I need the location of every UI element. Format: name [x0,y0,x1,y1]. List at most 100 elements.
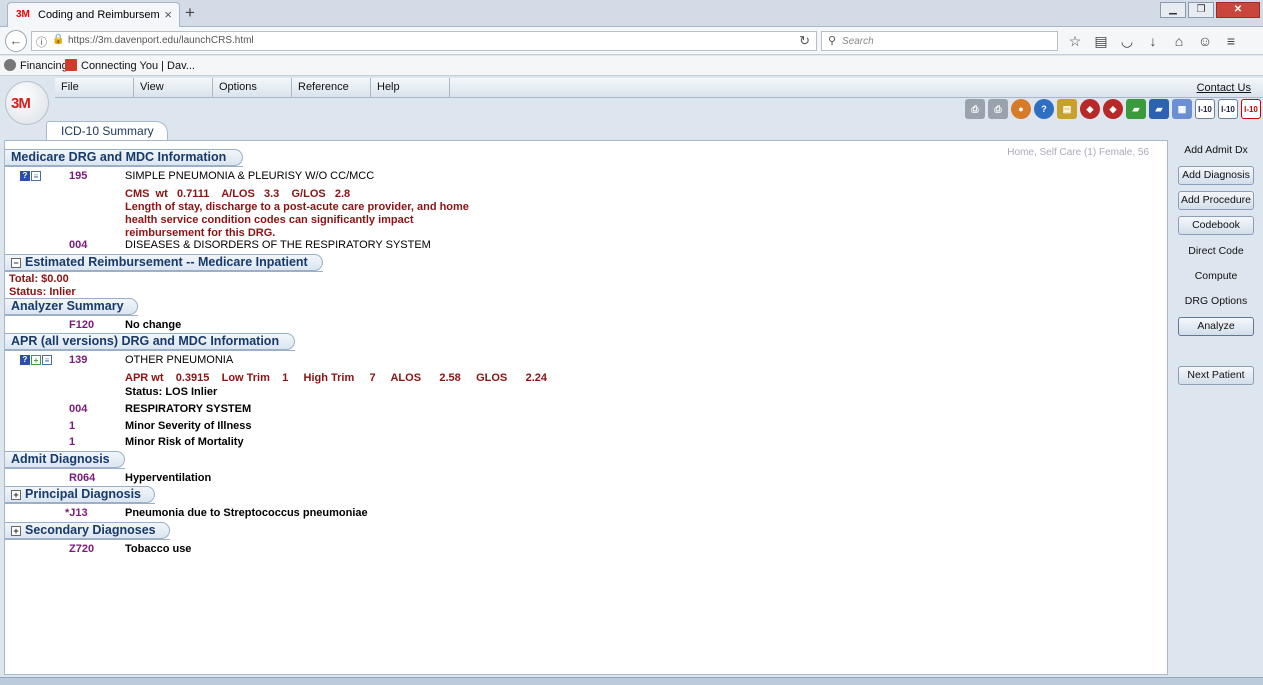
icd10-red-icon[interactable]: I-10 [1241,99,1261,119]
menu-reference[interactable]: Reference [292,78,371,98]
home-icon[interactable]: ⌂ [1170,31,1188,51]
apr-drg-header: APR (all versions) DRG and MDC Informati… [5,333,295,350]
chat-icon[interactable]: ☺ [1196,31,1214,51]
restore-icon[interactable]: ❐ [1188,2,1214,18]
document-icon[interactable]: ≡ [31,171,41,181]
admit-dx-header: Admit Diagnosis [5,451,125,468]
search-input[interactable]: ⚲ Search [821,31,1058,51]
principal-dx-description: Pneumonia due to Streptococcus pneumonia… [125,507,368,519]
next-patient-button[interactable]: Next Patient [1178,366,1254,385]
apr-drg-description: OTHER PNEUMONIA [125,354,234,366]
info-icon[interactable]: ⓘ [36,34,47,50]
browser-tab[interactable]: 3M Coding and Reimburseme... × [7,2,180,27]
mdc-description: DISEASES & DISORDERS OF THE RESPIRATORY … [125,239,431,251]
window-close-icon[interactable]: ✕ [1216,2,1260,18]
drg-description: SIMPLE PNEUMONIA & PLEURISY W/O CC/MCC [125,170,375,182]
divider [5,166,243,167]
tab-title: Coding and Reimburseme... [38,9,160,21]
address-bar[interactable]: ⓘ 🔒 https://3m.davenport.edu/launchCRS.h… [31,31,817,51]
direct-code-button[interactable]: Direct Code [1178,242,1254,261]
divider [5,271,323,272]
tab-icd10-summary[interactable]: ICD-10 Summary [46,121,168,141]
pdf-icon[interactable]: ▦ [1172,99,1192,119]
rom-description: Minor Risk of Mortality [125,436,244,448]
menu-file[interactable]: File [55,78,134,98]
add-diagnosis-button[interactable]: Add Diagnosis [1178,166,1254,185]
bookmark-connecting-you[interactable]: Connecting You | Dav... [65,59,195,72]
analyzer-code: F120 [69,319,95,331]
search-icon: ⚲ [828,35,837,47]
download-icon[interactable]: ↓ [1144,31,1162,51]
apr-drg-code: 139 [69,354,88,366]
analyzer-header: Analyzer Summary [5,298,138,315]
drg-weights: CMS wt 0.7111 A/LOS 3.3 G/LOS 2.8 [125,188,351,200]
collapse-icon[interactable]: − [11,258,21,268]
analyze-button[interactable]: Analyze [1178,317,1254,336]
red-book-icon[interactable]: ◆ [1080,99,1100,119]
app-toolbar: ⎙ ⎙ ● ? ▤ ◆ ◆ ▰ ▰ ▦ I-10 I-10 I-10 [965,99,1261,119]
print-icon[interactable]: ⎙ [965,99,985,119]
analyzer-description: No change [125,319,182,331]
print-preview-icon[interactable]: ⎙ [988,99,1008,119]
bookmark-financing[interactable]: Financing [4,59,68,72]
codebook-button[interactable]: Codebook [1178,216,1254,235]
app-menu-bar: File View Options Reference Help Contact… [55,78,1263,98]
divider [5,350,295,351]
principal-dx-code[interactable]: *J13 [65,507,88,519]
drg-options-button[interactable]: DRG Options [1178,292,1254,311]
add-admit-dx-button[interactable]: Add Admit Dx [1178,141,1254,160]
books-icon[interactable]: ▤ [1057,99,1077,119]
green-book-icon[interactable]: ▰ [1126,99,1146,119]
help-icon[interactable]: ? [20,355,30,365]
expand-icon[interactable]: + [11,490,21,500]
apr-mdc-description: RESPIRATORY SYSTEM [125,403,252,415]
expand-icon[interactable]: + [11,526,21,536]
minimize-icon[interactable]: ▁ [1160,2,1186,18]
add-procedure-button[interactable]: Add Procedure [1178,191,1254,210]
navigation-toolbar: ← ⓘ 🔒 https://3m.davenport.edu/launchCRS… [0,27,1263,55]
secondary-dx-code[interactable]: Z720 [69,543,94,555]
user-icon[interactable]: ● [1011,99,1031,119]
admit-dx-description: Hyperventilation [125,472,212,484]
search-placeholder: Search [842,36,874,47]
document-icon[interactable]: ≡ [42,355,52,365]
davenport-icon [65,59,77,71]
blue-book-icon[interactable]: ▰ [1149,99,1169,119]
summary-panel: Home, Self Care (1) Female, 56 Medicare … [4,140,1168,675]
contact-us-link[interactable]: Contact Us [1197,82,1251,94]
hamburger-menu-icon[interactable]: ≡ [1222,31,1240,51]
add-icon[interactable]: + [31,355,41,365]
icd10-icon[interactable]: I-10 [1195,99,1215,119]
url-text[interactable]: https://3m.davenport.edu/launchCRS.html [68,35,254,46]
compute-button[interactable]: Compute [1178,267,1254,286]
help-icon[interactable]: ? [20,171,30,181]
reimbursement-status: Status: Inlier [9,286,76,298]
back-arrow-icon[interactable]: ← [5,30,27,52]
admit-dx-code[interactable]: R064 [69,472,95,484]
lock-icon[interactable]: 🔒 [52,34,64,45]
help-icon[interactable]: ? [1034,99,1054,119]
new-tab-button[interactable]: + [185,3,195,23]
mdc-code: 004 [69,239,88,251]
apr-weights: APR wt 0.3915 Low Trim 1 High Trim 7 ALO… [125,372,547,384]
icd10-search-icon[interactable]: I-10 [1218,99,1238,119]
divider [5,468,125,469]
menu-help[interactable]: Help [371,78,450,98]
menu-options[interactable]: Options [213,78,292,98]
tab-close-icon[interactable]: × [164,7,172,22]
browser-toolbar-icons: ☆ ▤ ◡ ↓ ⌂ ☺ ≡ [1066,31,1240,51]
drg-code: 195 [69,170,88,182]
menu-view[interactable]: View [134,78,213,98]
3m-logo: 3M [5,81,49,125]
red-reference-icon[interactable]: ◆ [1103,99,1123,119]
rom-code: 1 [69,436,76,448]
reading-list-icon[interactable]: ▤ [1092,31,1110,51]
bookmark-star-icon[interactable]: ☆ [1066,31,1084,51]
soi-description: Minor Severity of Illness [125,420,252,432]
reload-icon[interactable]: ↻ [799,33,810,49]
reimbursement-header: − Estimated Reimbursement -- Medicare Inp… [5,254,323,271]
divider [5,503,155,504]
pocket-icon[interactable]: ◡ [1118,31,1136,51]
window-controls: ▁ ❐ ✕ [1160,2,1260,18]
drg-icons: ? ≡ [20,171,41,181]
